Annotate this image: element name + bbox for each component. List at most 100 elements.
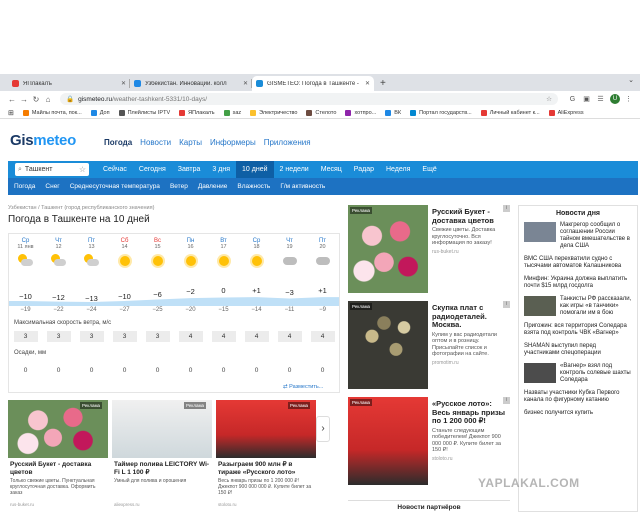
avatar[interactable]: U [610, 94, 620, 104]
ad-title[interactable]: Таймер полива LEICTORY Wi-Fi L 1 100 ₽ [114, 461, 212, 476]
bookmark-11[interactable]: AliExpress [548, 109, 584, 116]
subnav-item-4[interactable]: Давление [198, 183, 228, 190]
ad-source[interactable]: promotim.ru [432, 360, 508, 366]
new-tab-button[interactable]: + [380, 78, 386, 89]
news-item[interactable]: Макгрегор сообщил о соглашении России та… [519, 222, 637, 250]
subnav-item-5[interactable]: Влажность [237, 183, 270, 190]
bottom-ad-card[interactable]: Реклама Таймер полива LEICTORY Wi-Fi L 1 … [112, 400, 212, 512]
close-icon[interactable]: i [503, 205, 510, 212]
close-icon[interactable]: i [503, 301, 510, 308]
topnav-item-1[interactable]: Новости [140, 138, 171, 147]
forecast-day[interactable]: Вт 17 [207, 238, 240, 269]
news-item[interactable]: SHAMAN выступил перед участниками спецоп… [519, 343, 637, 357]
subnav-item-0[interactable]: Погода [14, 183, 35, 190]
ad-source[interactable]: stoloto.ru [432, 456, 508, 462]
subnav-item-3[interactable]: Ветер [170, 183, 188, 190]
topnav-item-2[interactable]: Карты [179, 138, 202, 147]
placement-link[interactable]: ⇄ Разместить... [283, 384, 323, 390]
ad-image[interactable] [348, 397, 428, 485]
bookmark-1[interactable]: Доп [90, 109, 110, 116]
subnav-item-1[interactable]: Снег [45, 183, 59, 190]
topnav-item-3[interactable]: Информеры [210, 138, 256, 147]
period-tab-8[interactable]: Неделя [380, 161, 416, 178]
close-icon[interactable]: ✕ [243, 80, 248, 87]
ad-title[interactable]: Скупка плат с радиодеталей. Москва. [432, 303, 508, 330]
period-tab-9[interactable]: Ещё [416, 161, 442, 178]
bookmark-9[interactable]: Портал государств... [410, 109, 472, 116]
topnav-item-0[interactable]: Погода [104, 138, 132, 147]
ad-image[interactable] [348, 301, 428, 389]
bookmark-star-icon[interactable]: ☆ [546, 95, 552, 103]
news-item[interactable]: «Вагнер» взял под контроль солевые шахты… [519, 363, 637, 384]
bookmarks-apps-icon[interactable]: ⊞ [8, 109, 14, 117]
breadcrumb[interactable]: Узбекистан / Ташкент (город республиканс… [8, 205, 154, 211]
tab-search-icon[interactable]: ⌄ [628, 76, 634, 84]
bookmark-3[interactable]: ЯПлакалъ [179, 109, 215, 116]
browser-tab-1[interactable]: Узбекистан. Инновации. колл ✕ [130, 76, 252, 91]
news-item[interactable]: Назваты участники Кубка Первого канала п… [519, 390, 637, 404]
forecast-day[interactable]: Пн 16 [174, 238, 207, 269]
ad-source[interactable]: stoloto.ru [218, 502, 237, 507]
close-icon[interactable]: ✕ [365, 80, 370, 87]
bookmark-6[interactable]: Стелото [306, 109, 336, 116]
news-item[interactable]: Танкисты РФ рассказали, как игры «в танч… [519, 296, 637, 317]
forecast-day[interactable]: Ср 18 [240, 238, 273, 269]
period-tab-0[interactable]: Сейчас [97, 161, 133, 178]
forecast-day[interactable]: Ср 11 янв [9, 238, 42, 269]
browser-tab-2[interactable]: GISMETEO: Погода в Ташкенте - ✕ [252, 76, 374, 91]
bottom-ad-card[interactable]: Реклама Русский Букет - доставка цветов То… [8, 400, 108, 512]
translate-icon[interactable]: G [567, 94, 578, 105]
reading-list-icon[interactable]: ☰ [595, 94, 606, 105]
back-icon[interactable]: ← [6, 95, 18, 104]
subnav-item-6[interactable]: Г/м активность [280, 183, 325, 190]
bookmark-7[interactable]: хотпро... [345, 109, 376, 116]
bookmark-0[interactable]: Майлы почта, пок... [22, 109, 82, 116]
menu-icon[interactable]: ⋮ [623, 94, 634, 105]
news-item[interactable]: бизнес получится купить [519, 410, 637, 417]
forecast-day[interactable]: Пт 13 [75, 238, 108, 269]
bookmark-10[interactable]: Личный кабинет к... [480, 109, 540, 116]
extension-icon[interactable]: ▣ [581, 94, 592, 105]
ad-card[interactable]: Реклама Русский Букет - доставка цветов Св… [348, 205, 510, 298]
ad-source[interactable]: rus-buket.ru [432, 249, 508, 255]
home-icon[interactable]: ⌂ [42, 95, 54, 104]
bookmark-4[interactable]: saz [223, 109, 241, 116]
subnav-item-2[interactable]: Среднесуточная температура [70, 183, 160, 190]
ad-title[interactable]: Русский Букет - доставка цветов [10, 461, 108, 476]
bookmark-2[interactable]: Плейлисты IPTV [118, 109, 170, 116]
ad-source[interactable]: aliexpress.ru [114, 502, 140, 507]
forecast-day[interactable]: Пт 20 [306, 238, 339, 269]
period-tab-5[interactable]: 2 недели [274, 161, 315, 178]
ad-card[interactable]: Реклама Скупка плат с радиодеталей. Москв… [348, 301, 510, 394]
forward-icon[interactable]: → [18, 95, 30, 104]
news-item[interactable]: Минфин: Украина должна выплатить почти $… [519, 276, 637, 290]
forecast-day[interactable]: Чт 19 [273, 238, 306, 269]
period-tab-2[interactable]: Завтра [172, 161, 207, 178]
ad-title[interactable]: Русский Букет - доставка цветов [432, 207, 508, 225]
topnav-item-4[interactable]: Приложения [264, 138, 311, 147]
period-tab-6[interactable]: Месяц [315, 161, 348, 178]
forecast-day[interactable]: Чт 12 [42, 238, 75, 269]
close-icon[interactable]: ✕ [121, 80, 126, 87]
news-item[interactable]: Пригожин: вся территория Соледара взята … [519, 323, 637, 337]
ad-source[interactable]: rus-buket.ru [10, 502, 34, 507]
period-tab-3[interactable]: 3 дня [206, 161, 236, 178]
forecast-day[interactable]: Сб 14 [108, 238, 141, 269]
period-tab-4[interactable]: 10 дней [236, 161, 274, 178]
bookmark-8[interactable]: ВК [385, 109, 401, 116]
carousel-next-button[interactable]: › [316, 416, 330, 442]
bookmark-5[interactable]: Электричество [250, 109, 297, 116]
close-icon[interactable]: i [503, 397, 510, 404]
bottom-ad-card[interactable]: Реклама Разыграем 900 млн ₽ в тираже «Рус… [216, 400, 316, 512]
gismeteo-logo[interactable]: Gismeteo [10, 132, 76, 149]
period-tab-7[interactable]: Радар [348, 161, 380, 178]
ad-title[interactable]: «Русское лото»: Весь январь призы по 1 2… [432, 399, 508, 426]
forecast-day[interactable]: Вс 15 [141, 238, 174, 269]
ad-image[interactable] [348, 205, 428, 293]
favorite-star-icon[interactable]: ☆ [79, 165, 86, 174]
reload-icon[interactable]: ↻ [30, 95, 42, 104]
news-item[interactable]: ВМС США перехватили судно с тысячами авт… [519, 256, 637, 270]
browser-tab-0[interactable]: ЯПлакалъ ✕ [8, 76, 130, 91]
city-search-input[interactable]: ⌕ Ташкент ☆ [15, 163, 89, 176]
url-input[interactable]: 🔒 gismeteo.ru/weather-tashkent-5331/10-d… [60, 93, 558, 105]
